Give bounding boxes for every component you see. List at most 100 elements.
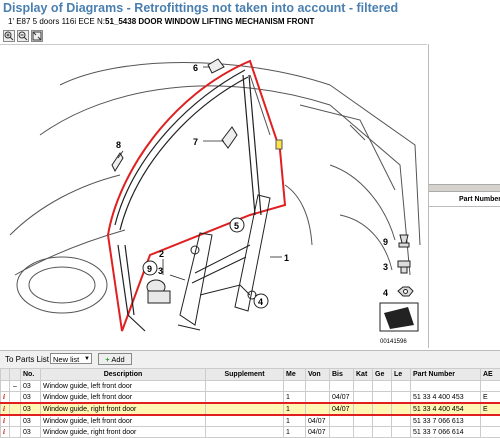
zoom-out-button[interactable]	[17, 30, 29, 42]
cell-part-number: 51 33 4 400 454	[411, 403, 481, 415]
cell-expand	[10, 392, 21, 404]
callout-8[interactable]: 8	[116, 140, 121, 150]
callout-3[interactable]: 3	[158, 266, 163, 276]
cell-supplement	[206, 427, 284, 438]
plus-icon: +	[105, 355, 109, 364]
side-col-blank	[429, 194, 459, 206]
cell-kat	[354, 427, 373, 438]
cell-supplement	[206, 392, 284, 404]
col-header-description[interactable]: Description	[41, 369, 206, 381]
table-row[interactable]: i 03 Window guide, left front door 1 04/…	[1, 392, 500, 404]
fit-view-button[interactable]	[31, 30, 43, 42]
cell-description: Window guide, left front door	[41, 392, 206, 404]
cell-bis: 04/07	[330, 403, 354, 415]
cell-part-number	[411, 381, 481, 392]
col-header-kat[interactable]: Kat	[354, 369, 373, 381]
cell-kat	[354, 392, 373, 404]
table-row[interactable]: i 03 Window guide, left front door 1 04/…	[1, 415, 500, 427]
col-header-von[interactable]: Von	[306, 369, 330, 381]
col-header-no[interactable]: No.	[21, 369, 41, 381]
zoom-in-icon	[4, 31, 14, 41]
cell-ae: E	[481, 403, 500, 415]
add-button[interactable]: + Add	[98, 353, 132, 365]
table-row-selected[interactable]: i 03 Window guide, right front door 1 04…	[1, 403, 500, 415]
cell-part-number: 51 33 7 066 614	[411, 427, 481, 438]
cell-le	[392, 403, 411, 415]
to-parts-list-label: To Parts List	[5, 355, 49, 364]
cell-description: Window guide, right front door	[41, 403, 206, 415]
cell-von	[306, 392, 330, 404]
collapse-icon[interactable]: –	[10, 381, 21, 392]
info-icon[interactable]: i	[1, 403, 10, 415]
cell-ge	[373, 427, 392, 438]
page-title: Display of Diagrams - Retrofittings not …	[3, 1, 398, 15]
cell-bis	[330, 381, 354, 392]
col-header-me[interactable]: Me	[284, 369, 306, 381]
cell-bis	[330, 427, 354, 438]
exploded-diagram[interactable]: 6 7 8 5 1 2 9 3 4 9 3 4 00141596	[0, 44, 427, 349]
legend-number-4: 4	[383, 288, 388, 298]
add-button-label: Add	[111, 355, 124, 364]
table-row[interactable]: i 03 Window guide, right front door 1 04…	[1, 427, 500, 438]
table-row[interactable]: – 03 Window guide, left front door	[1, 381, 500, 392]
col-header-supplement[interactable]: Supplement	[206, 369, 284, 381]
info-icon[interactable]: i	[1, 427, 10, 438]
cell-ge	[373, 415, 392, 427]
callout-1[interactable]: 1	[284, 253, 289, 263]
callout-2[interactable]: 2	[159, 249, 164, 259]
callout-9[interactable]: 9	[147, 264, 152, 274]
cell-description: Window guide, left front door	[41, 381, 206, 392]
splitter-handle[interactable]	[429, 184, 500, 192]
side-col-part-number: Part Number	[459, 194, 500, 206]
vehicle-subtitle: 1' E87 5 doors 116i ECE N:51_5438 DOOR W…	[8, 17, 314, 26]
col-header-ge[interactable]: Ge	[373, 369, 392, 381]
callout-7[interactable]: 7	[193, 137, 198, 147]
cell-no: 03	[21, 381, 41, 392]
cell-expand	[10, 427, 21, 438]
col-header-part-number[interactable]: Part Number	[411, 369, 481, 381]
cell-ae	[481, 415, 500, 427]
cell-kat	[354, 415, 373, 427]
info-icon[interactable]	[1, 381, 10, 392]
cell-ae	[481, 381, 500, 392]
cell-ge	[373, 381, 392, 392]
cell-supplement	[206, 403, 284, 415]
info-icon[interactable]: i	[1, 415, 10, 427]
chevron-down-icon: ▼	[84, 354, 90, 365]
cell-kat	[354, 381, 373, 392]
cell-me: 1	[284, 403, 306, 415]
door-diagram-drawing: 6 7 8 5 1 2 9 3 4 9 3 4 00141596	[0, 45, 427, 349]
col-header-le[interactable]: Le	[392, 369, 411, 381]
zoom-in-button[interactable]	[3, 30, 15, 42]
cell-part-number: 51 33 4 400 453	[411, 392, 481, 404]
cell-bis: 04/07	[330, 392, 354, 404]
parts-table: No. Description Supplement Me Von Bis Ka…	[0, 368, 500, 438]
subtitle-prefix: 1' E87 5 doors 116i ECE N:	[8, 17, 105, 26]
cell-supplement	[206, 381, 284, 392]
col-header-bis[interactable]: Bis	[330, 369, 354, 381]
cell-expand	[10, 415, 21, 427]
cell-no: 03	[21, 392, 41, 404]
cell-supplement	[206, 415, 284, 427]
cell-ge	[373, 392, 392, 404]
cell-ge	[373, 403, 392, 415]
cell-me: 1	[284, 415, 306, 427]
table-header-row: No. Description Supplement Me Von Bis Ka…	[1, 369, 500, 381]
callout-4[interactable]: 4	[258, 297, 263, 307]
fit-view-icon	[32, 31, 42, 41]
cell-part-number: 51 33 7 066 613	[411, 415, 481, 427]
callout-6[interactable]: 6	[193, 63, 198, 73]
subtitle-diagram-name: 51_5438 DOOR WINDOW LIFTING MECHANISM FR…	[105, 17, 314, 26]
callout-5[interactable]: 5	[234, 221, 239, 231]
info-icon[interactable]: i	[1, 392, 10, 404]
cell-le	[392, 427, 411, 438]
parts-list-select[interactable]: New list ▼	[50, 353, 92, 364]
zoom-out-icon	[18, 31, 28, 41]
col-header-ae[interactable]: AE	[481, 369, 500, 381]
parts-list-toolbar: To Parts List New list ▼ + Add	[0, 350, 500, 369]
cell-ae	[481, 427, 500, 438]
col-header-expand	[10, 369, 21, 381]
cell-kat	[354, 403, 373, 415]
cell-me: 1	[284, 392, 306, 404]
cell-von	[306, 381, 330, 392]
